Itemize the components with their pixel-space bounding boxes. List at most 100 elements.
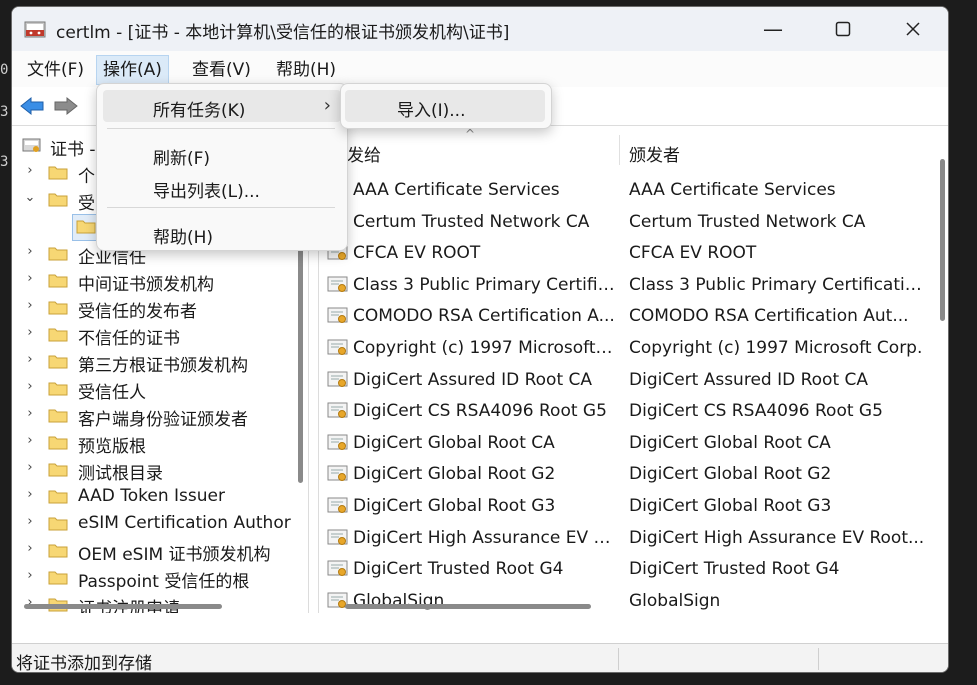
list-item[interactable]: CFCA EV ROOT CFCA EV ROOT — [319, 238, 935, 269]
tree-item[interactable]: › 预览版根 — [12, 430, 294, 457]
chevron-right-icon[interactable]: › — [22, 541, 38, 556]
list-item[interactable]: DigiCert Global Root G2 DigiCert Global R… — [319, 459, 935, 490]
menu-item-label: 导入(I)... — [397, 101, 466, 121]
list-vertical-scrollbar[interactable] — [935, 129, 948, 599]
issued-to-cell: Copyright (c) 1997 Microsoft C... — [353, 338, 617, 358]
menu-item-refresh[interactable]: 刷新(F) — [103, 138, 341, 170]
tree-item[interactable]: › AAD Token Issuer — [12, 484, 294, 511]
menu-item-label: 刷新(F) — [153, 149, 211, 169]
scrollbar-thumb[interactable] — [345, 604, 591, 609]
tree-item[interactable]: › 受信任人 — [12, 376, 294, 403]
tree-item-label: 测试根目录 — [78, 464, 163, 484]
chevron-right-icon[interactable]: › — [22, 298, 38, 313]
folder-icon — [48, 463, 68, 477]
tree-item-label: 客户端身份验证颁发者 — [78, 410, 248, 430]
list-horizontal-scrollbar[interactable] — [319, 599, 935, 613]
list-item[interactable]: DigiCert Trusted Root G4 DigiCert Trusted… — [319, 554, 935, 585]
certificate-app-icon — [24, 21, 46, 38]
minimize-button[interactable]: — — [738, 7, 808, 51]
chevron-right-icon[interactable]: › — [22, 163, 38, 178]
scrollbar-thumb[interactable] — [24, 604, 222, 609]
chevron-right-icon[interactable]: › — [22, 487, 38, 502]
chevron-right-icon[interactable]: › — [22, 379, 38, 394]
tree-item[interactable]: › Passpoint 受信任的根 — [12, 565, 294, 592]
menu-item-import[interactable]: 导入(I)... — [345, 90, 545, 122]
chevron-right-icon[interactable]: › — [22, 460, 38, 475]
certificate-icon — [327, 497, 348, 513]
chevron-right-icon[interactable]: › — [22, 271, 38, 286]
folder-icon — [48, 490, 68, 504]
issued-to-cell: DigiCert CS RSA4096 Root G5 — [353, 401, 607, 422]
menu-view[interactable]: 查看(V) — [186, 56, 257, 84]
list-item[interactable]: DigiCert Global Root G3 DigiCert Global R… — [319, 491, 935, 522]
title-bar[interactable]: certlm - [证书 - 本地计算机\受信任的根证书颁发机构\证书] — — [12, 7, 948, 51]
menu-file[interactable]: 文件(F) — [21, 56, 90, 84]
certificate-list[interactable]: ^ 发给 颁发者 AAA Certificate Services AAA Cer… — [318, 129, 948, 613]
issued-by-cell: DigiCert Global Root G3 — [629, 496, 832, 516]
issued-to-cell: DigiCert Trusted Root G4 — [353, 559, 564, 580]
column-divider[interactable] — [619, 135, 620, 165]
tree-item-label: OEM eSIM 证书颁发机构 — [78, 545, 271, 565]
list-item[interactable]: Certum Trusted Network CA Certum Trusted … — [319, 207, 935, 238]
certificate-icon — [327, 339, 348, 355]
tree-item[interactable]: › 受信任的发布者 — [12, 295, 294, 322]
window-title: certlm - [证书 - 本地计算机\受信任的根证书颁发机构\证书] — [56, 23, 510, 43]
certificate-icon — [327, 307, 348, 324]
issued-by-cell: DigiCert High Assurance EV Root... — [629, 527, 925, 548]
back-button[interactable] — [18, 93, 46, 119]
menu-separator — [107, 128, 335, 129]
certificate-icon — [327, 529, 348, 545]
list-item[interactable]: Copyright (c) 1997 Microsoft C... Copyrig… — [319, 333, 935, 364]
chevron-right-icon[interactable]: › — [22, 406, 38, 421]
list-item[interactable]: AAA Certificate Services AAA Certificate … — [319, 175, 935, 206]
maximize-icon — [835, 21, 851, 37]
chevron-right-icon[interactable]: › — [22, 244, 38, 259]
chevron-right-icon[interactable]: › — [22, 352, 38, 367]
list-item[interactable]: DigiCert Assured ID Root CA DigiCert Assu… — [319, 365, 935, 396]
chevron-right-icon[interactable]: › — [22, 514, 38, 529]
chevron-right-icon[interactable]: › — [22, 568, 38, 583]
issued-to-cell: Class 3 Public Primary Certifica... — [353, 274, 617, 295]
menu-item-all-tasks[interactable]: 所有任务(K) › — [103, 90, 341, 122]
list-item[interactable]: Class 3 Public Primary Certifica... Class… — [319, 270, 935, 301]
tree-item[interactable]: › 中间证书颁发机构 — [12, 268, 294, 295]
folder-icon — [48, 382, 68, 396]
issued-to-cell: AAA Certificate Services — [353, 180, 560, 200]
column-issued-by[interactable]: 颁发者 — [629, 141, 680, 166]
tree-item-label: 预览版根 — [78, 437, 146, 457]
close-button[interactable] — [878, 7, 948, 51]
list-item[interactable]: DigiCert CS RSA4096 Root G5 DigiCert CS R… — [319, 396, 935, 427]
back-arrow-icon — [20, 96, 44, 116]
menu-item-export-list[interactable]: 导出列表(L)... — [103, 171, 341, 203]
chevron-right-icon[interactable]: › — [22, 433, 38, 448]
menu-action[interactable]: 操作(A) — [96, 55, 169, 85]
tree-item-label: AAD Token Issuer — [78, 486, 225, 506]
tree-item[interactable]: › 测试根目录 — [12, 457, 294, 484]
forward-arrow-icon — [54, 96, 78, 116]
list-item[interactable]: COMODO RSA Certification A... COMODO RSA … — [319, 301, 935, 332]
forward-button[interactable] — [52, 93, 80, 119]
menu-separator — [107, 207, 335, 208]
tree-horizontal-scrollbar[interactable] — [12, 599, 294, 613]
menu-help[interactable]: 帮助(H) — [270, 56, 342, 84]
list-item[interactable]: DigiCert High Assurance EV Ro... DigiCert… — [319, 523, 935, 554]
column-issued-to[interactable]: 发给 — [347, 141, 381, 166]
list-item[interactable]: DigiCert Global Root CA DigiCert Global R… — [319, 428, 935, 459]
chevron-right-icon[interactable]: › — [22, 325, 38, 340]
chevron-down-icon[interactable]: ⌄ — [22, 190, 38, 205]
folder-icon — [76, 220, 96, 234]
issued-to-cell: DigiCert High Assurance EV Ro... — [353, 527, 617, 548]
menu-item-help[interactable]: 帮助(H) — [103, 217, 341, 249]
maximize-button[interactable] — [808, 7, 878, 51]
tree-item[interactable]: › 不信任的证书 — [12, 322, 294, 349]
tree-item[interactable]: › eSIM Certification Author — [12, 511, 294, 538]
action-menu: 所有任务(K) › 刷新(F) 导出列表(L)... 帮助(H) — [96, 83, 348, 251]
folder-icon — [48, 517, 68, 531]
folder-icon — [48, 193, 68, 207]
tree-item-label: 受信任人 — [78, 383, 146, 403]
tree-item[interactable]: › 第三方根证书颁发机构 — [12, 349, 294, 376]
tree-item[interactable]: › OEM eSIM 证书颁发机构 — [12, 538, 294, 565]
certificate-icon — [327, 560, 348, 577]
tree-item[interactable]: › 客户端身份验证颁发者 — [12, 403, 294, 430]
scrollbar-thumb[interactable] — [940, 159, 945, 321]
